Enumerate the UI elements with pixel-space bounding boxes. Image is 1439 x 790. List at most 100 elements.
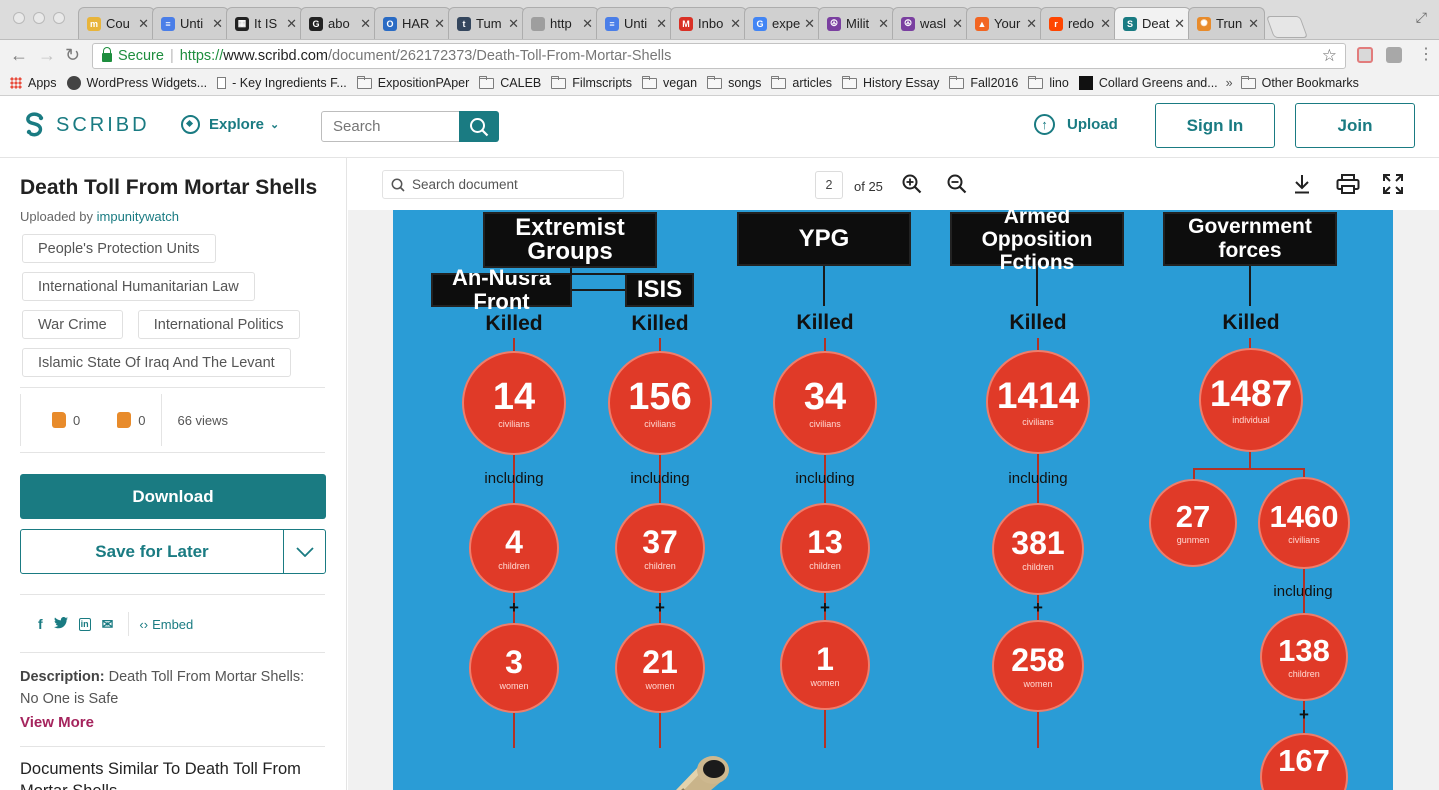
extension-icon[interactable] [1357, 47, 1373, 63]
tab-close-icon[interactable]: ✕ [878, 16, 889, 32]
circle-caption: civilians [498, 418, 530, 429]
uploaded-by-prefix: Uploaded by [20, 209, 93, 224]
tag-chip[interactable]: International Politics [137, 310, 300, 339]
other-bookmarks-folder[interactable]: Other Bookmarks [1240, 75, 1359, 90]
join-button[interactable]: Join [1295, 103, 1415, 148]
tab-close-icon[interactable]: ✕ [582, 16, 593, 32]
bookmark-item[interactable]: History Essay [842, 75, 939, 90]
scribd-logo[interactable]: SCRIBD [24, 112, 150, 139]
download-button[interactable]: Download [20, 474, 326, 519]
window-close-button[interactable] [13, 12, 25, 24]
forward-arrow-icon[interactable]: → [38, 45, 56, 65]
new-tab-button[interactable] [1265, 16, 1309, 38]
fullscreen-icon[interactable]: ⤢ [1416, 9, 1427, 26]
browser-tab[interactable]: r redo ✕ [1040, 7, 1117, 39]
bookmark-item[interactable]: articles [771, 75, 832, 90]
tab-close-icon[interactable]: ✕ [1174, 16, 1185, 32]
circle-caption: gunmen [1176, 535, 1210, 545]
save-dropdown-button[interactable] [284, 546, 325, 557]
window-minimize-button[interactable] [33, 12, 45, 24]
upload-button[interactable]: ↑ Upload [1034, 114, 1118, 135]
back-arrow-icon[interactable]: ← [10, 45, 28, 65]
fullscreen-icon[interactable] [1383, 174, 1403, 194]
download-icon[interactable] [1294, 174, 1310, 194]
more-bookmarks-button[interactable]: » [1226, 76, 1233, 90]
browser-tab[interactable]: m Cou ✕ [78, 7, 155, 39]
tab-close-icon[interactable]: ✕ [212, 16, 223, 32]
page-number-input[interactable]: 2 [815, 171, 843, 199]
bookmark-item[interactable]: WordPress Widgets... [66, 76, 207, 90]
browser-tab[interactable]: Gabo ✕ [300, 7, 377, 39]
twitter-icon[interactable] [53, 616, 68, 632]
bookmark-item[interactable]: ExpositionPAper [356, 75, 469, 90]
browser-tab[interactable]: M Inbo ✕ [670, 7, 747, 39]
zoom-out-icon[interactable] [947, 174, 967, 194]
tab-close-icon[interactable]: ✕ [1248, 16, 1259, 32]
tab-favicon-icon: m [87, 16, 101, 31]
document-search-input[interactable]: Search document [382, 170, 624, 199]
browser-tab[interactable]: ▲ Your ✕ [966, 7, 1043, 39]
tab-close-icon[interactable]: ✕ [1100, 16, 1111, 32]
bookmark-item[interactable]: Fall2016 [949, 75, 1018, 90]
browser-tab[interactable]: ☮ wasl ✕ [892, 7, 969, 39]
folder-icon [771, 75, 787, 89]
embed-button[interactable]: ‹› Embed [128, 612, 193, 636]
reload-icon[interactable]: ↻ [65, 45, 80, 65]
uploader-link[interactable]: impunitywatch [97, 209, 179, 224]
upvote-button[interactable]: 0 [52, 412, 80, 428]
window-zoom-button[interactable] [53, 12, 65, 24]
tab-close-icon[interactable]: ✕ [286, 16, 297, 32]
print-icon[interactable] [1336, 174, 1360, 194]
connector-line [503, 273, 660, 275]
tag-chip[interactable]: Islamic State Of Iraq And The Levant [22, 348, 291, 377]
browser-tab[interactable]: Gexpe ✕ [744, 7, 821, 39]
bookmark-label: CALEB [500, 76, 542, 90]
site-search-input[interactable] [321, 111, 460, 142]
address-bar[interactable]: Secure | https://www.scribd.com/document… [92, 43, 1346, 69]
tab-close-icon[interactable]: ✕ [730, 16, 741, 32]
downvote-button[interactable]: 0 [117, 412, 145, 428]
tab-close-icon[interactable]: ✕ [952, 16, 963, 32]
bookmark-item[interactable]: Apps [10, 76, 57, 90]
document-search-placeholder: Search document [412, 177, 518, 192]
sign-in-button[interactable]: Sign In [1155, 103, 1275, 148]
bookmark-item[interactable]: Filmscripts [551, 75, 632, 90]
pocket-extension-icon[interactable] [1386, 47, 1402, 63]
tab-close-icon[interactable]: ✕ [804, 16, 815, 32]
tab-close-icon[interactable]: ✕ [508, 16, 519, 32]
bookmark-star-icon[interactable]: ☆ [1322, 46, 1337, 66]
browser-menu-icon[interactable]: ⋮ [1418, 45, 1434, 65]
tab-close-icon[interactable]: ✕ [138, 16, 149, 32]
tag-chip[interactable]: International Humanitarian Law [22, 272, 255, 301]
tag-chip[interactable]: People's Protection Units [22, 234, 216, 263]
bookmark-item[interactable]: songs [707, 75, 761, 90]
site-search-button[interactable] [459, 111, 499, 142]
explore-menu[interactable]: Explore ⌄ [181, 115, 279, 134]
browser-tab[interactable]: S Deat ✕ [1114, 7, 1191, 39]
bookmark-item[interactable]: CALEB [479, 75, 542, 90]
browser-tab[interactable]: ☮ Milit ✕ [818, 7, 895, 39]
linkedin-icon[interactable]: in [78, 617, 91, 631]
save-for-later-button[interactable]: Save for Later [20, 529, 326, 574]
email-icon[interactable]: ✉ [102, 616, 114, 633]
tag-chip[interactable]: War Crime [22, 310, 123, 339]
bookmark-item[interactable]: vegan [642, 75, 697, 90]
bookmark-item[interactable]: lino [1028, 75, 1069, 90]
browser-tab[interactable]: ≡ Unti ✕ [152, 7, 229, 39]
tab-close-icon[interactable]: ✕ [1026, 16, 1037, 32]
bookmark-item[interactable]: Collard Greens and... [1078, 76, 1218, 90]
tab-close-icon[interactable]: ✕ [434, 16, 445, 32]
facebook-icon[interactable]: f [38, 616, 43, 632]
zoom-in-icon[interactable] [902, 174, 922, 194]
browser-tab[interactable]: http ✕ [522, 7, 599, 39]
bookmark-item[interactable]: - Key Ingredients F... [217, 76, 347, 90]
view-more-link[interactable]: View More [20, 714, 94, 731]
browser-tab[interactable]: O HAR ✕ [374, 7, 451, 39]
tab-close-icon[interactable]: ✕ [360, 16, 371, 32]
browser-tab[interactable]: ▦ It IS ✕ [226, 7, 303, 39]
browser-tab[interactable]: t Tum ✕ [448, 7, 525, 39]
tab-close-icon[interactable]: ✕ [656, 16, 667, 32]
share-bar: f in ✉ ‹› Embed [38, 612, 193, 636]
browser-tab[interactable]: ✺ Trun ✕ [1188, 7, 1265, 39]
browser-tab[interactable]: ≡ Unti ✕ [596, 7, 673, 39]
